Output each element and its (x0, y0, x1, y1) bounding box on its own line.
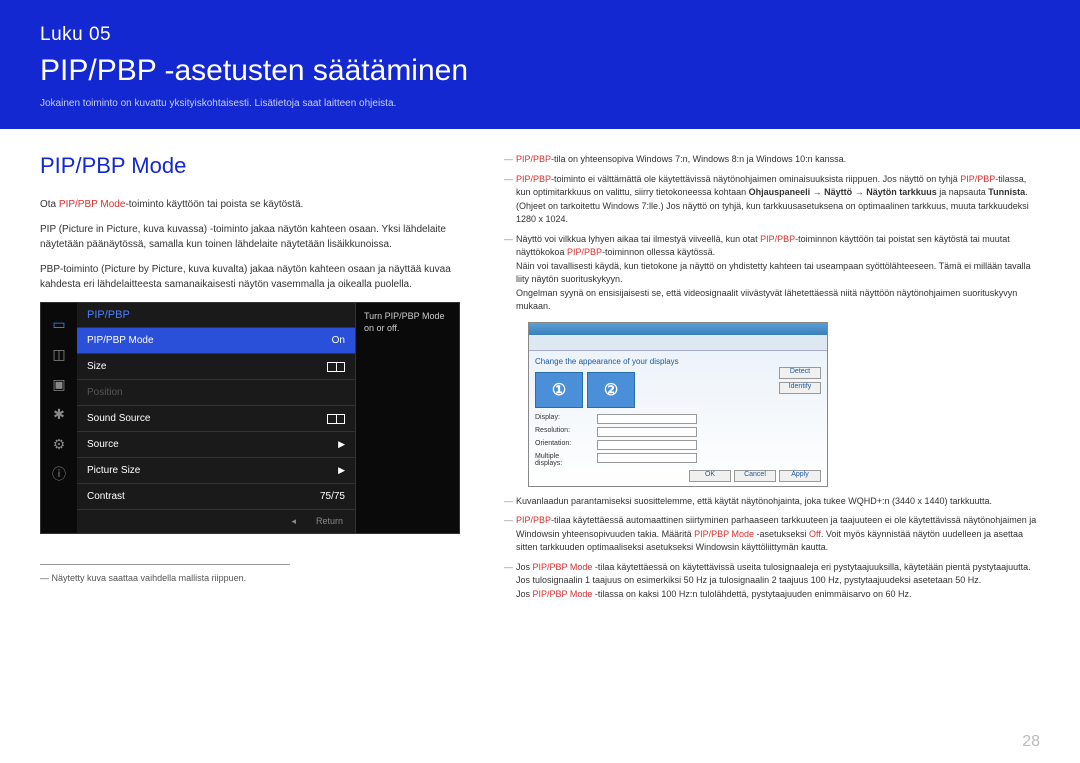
chevron-right-icon: ▶ (338, 465, 345, 476)
osd-sidebar: ▭ ◫ ▣ ✱ ⚙ ⓘ (41, 303, 77, 533)
page-number: 28 (1022, 733, 1040, 751)
onscreen-icon: ▣ (48, 373, 70, 395)
osd-row-mode: PIP/PBP ModeOn (77, 327, 355, 353)
window-heading: Change the appearance of your displays (535, 357, 821, 366)
note-item-5: PIP/PBP-tilaa käytettäessä automaattinen… (504, 514, 1040, 555)
footnote: ― Näytetty kuva saattaa vaihdella mallis… (40, 573, 290, 583)
cancel-button: Cancel (734, 470, 776, 482)
right-column: PIP/PBP-tila on yhteensopiva Windows 7:n… (504, 153, 1040, 607)
intro-paragraph-2: PIP (Picture in Picture, kuva kuvassa) -… (40, 222, 480, 252)
nav-left-icon: ◂ (291, 516, 296, 527)
osd-row-contrast: Contrast75/75 (77, 483, 355, 509)
page-subtitle: Jokainen toiminto on kuvattu yksityiskoh… (40, 98, 1040, 109)
intro-paragraph-3: PBP-toiminto (Picture by Picture, kuva k… (40, 262, 480, 292)
left-column: PIP/PBP Mode Ota PIP/PBP Mode-toiminto k… (40, 153, 480, 607)
osd-header: PIP/PBP (77, 303, 355, 327)
osd-menu-screenshot: ▭ ◫ ▣ ✱ ⚙ ⓘ PIP/PBP PIP/PBP ModeOn Size … (40, 302, 460, 534)
note-item-3: Näyttö voi vilkkua lyhyen aikaa tai ilme… (504, 233, 1040, 314)
window-titlebar (529, 323, 827, 335)
detect-button: Detect (779, 367, 821, 379)
footnote-divider: ― Näytetty kuva saattaa vaihdella mallis… (40, 564, 290, 583)
monitor-1-icon: ① (535, 372, 583, 408)
intro-paragraph-1: Ota PIP/PBP Mode-toiminto käyttöön tai p… (40, 197, 480, 212)
display-icon: ▭ (48, 313, 70, 335)
osd-row-source: Source▶ (77, 431, 355, 457)
monitor-2-icon: ② (587, 372, 635, 408)
osd-row-size: Size (77, 353, 355, 379)
apply-button: Apply (779, 470, 821, 482)
split-icon (327, 362, 345, 372)
page-title: PIP/PBP -asetusten säätäminen (40, 54, 1040, 88)
osd-hint-panel: Turn PIP/PBP Mode on or off. (355, 303, 459, 533)
note-item-6: Jos PIP/PBP Mode -tilaa käytettäessä on … (504, 561, 1040, 602)
pip-icon: ◫ (48, 343, 70, 365)
window-ribbon (529, 335, 827, 351)
section-title: PIP/PBP Mode (40, 153, 480, 179)
windows-display-screenshot: Change the appearance of your displays ①… (528, 322, 828, 487)
note-item-2: PIP/PBP-toiminto ei välttämättä ole käyt… (504, 173, 1040, 227)
osd-row-picturesize: Picture Size▶ (77, 457, 355, 483)
ok-button: OK (689, 470, 731, 482)
identify-button: Identify (779, 382, 821, 394)
osd-row-sound: Sound Source (77, 405, 355, 431)
system-icon: ✱ (48, 403, 70, 425)
osd-row-position: Position (77, 379, 355, 405)
info-icon: ⓘ (48, 463, 70, 485)
osd-main: PIP/PBP PIP/PBP ModeOn Size Position Sou… (77, 303, 355, 533)
note-item-1: PIP/PBP-tila on yhteensopiva Windows 7:n… (504, 153, 1040, 167)
chapter-label: Luku 05 (40, 24, 1040, 46)
settings-icon: ⚙ (48, 433, 70, 455)
chapter-header: Luku 05 PIP/PBP -asetusten säätäminen Jo… (0, 0, 1080, 129)
note-item-4: Kuvanlaadun parantamiseksi suosittelemme… (504, 495, 1040, 509)
osd-footer: ◂ Return (77, 509, 355, 533)
chevron-right-icon: ▶ (338, 439, 345, 450)
split-icon (327, 414, 345, 424)
